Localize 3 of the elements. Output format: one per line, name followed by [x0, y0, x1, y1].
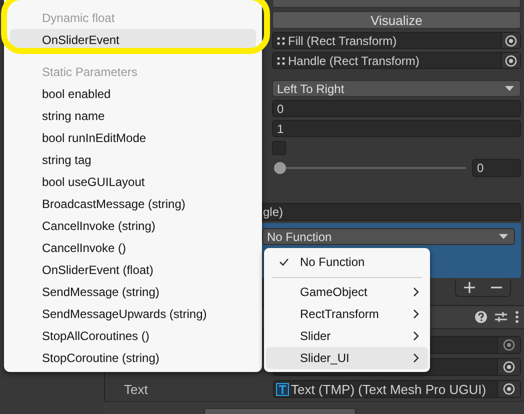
- section-header: Static Parameters: [41, 64, 138, 81]
- field-label: Text: [124, 382, 149, 396]
- section-header: Dynamic float: [41, 10, 116, 27]
